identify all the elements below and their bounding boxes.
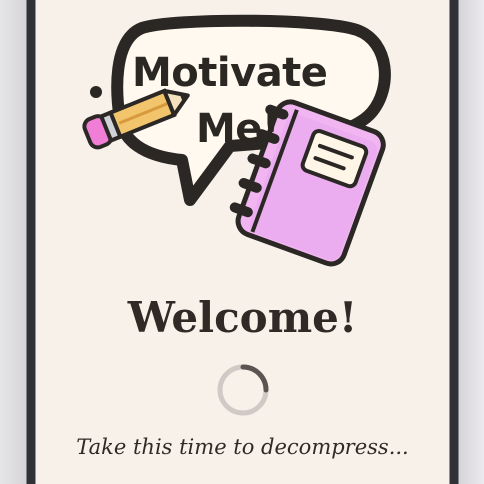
loading-spinner-icon: [217, 364, 269, 416]
logo-title-line2: Me!: [196, 106, 280, 152]
app-logo: Motivate Me!: [72, 10, 422, 270]
tagline-text: Take this time to decompress...: [76, 435, 409, 459]
logo-title-line1: Motivate: [132, 50, 328, 96]
welcome-heading: Welcome!: [127, 293, 358, 342]
